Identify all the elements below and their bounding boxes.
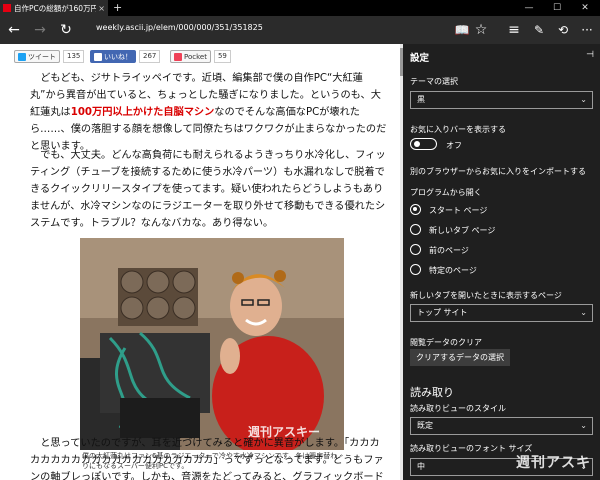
theme-select-value: 黒 — [417, 95, 425, 104]
new-tab-button[interactable]: + — [113, 0, 122, 16]
photo-illustration: 週刊アスキー — [80, 238, 344, 450]
forward-button[interactable]: → — [29, 16, 51, 44]
facebook-icon — [94, 52, 102, 61]
favorites-bar-label: お気に入りバーを表示する — [410, 125, 506, 134]
tweet-label: ツイート — [28, 52, 56, 61]
open-with-label: プログラムから開く — [410, 188, 482, 197]
reading-style-label: 読み取りビューのスタイル — [410, 404, 506, 413]
pocket-label: Pocket — [184, 52, 207, 61]
share-icon[interactable]: ⟲ — [552, 16, 574, 44]
clear-data-label: 閲覧データのクリア — [410, 338, 482, 347]
back-button[interactable]: ← — [3, 16, 25, 44]
radio-specific-page[interactable] — [410, 264, 421, 275]
pocket-button[interactable]: Pocket — [170, 50, 211, 63]
like-count: 267 — [139, 50, 161, 63]
reading-style-select-value: 既定 — [417, 421, 433, 430]
refresh-button[interactable]: ↻ — [55, 16, 77, 44]
article-paragraph-2: でも、大丈夫。どんな高負荷にも耐えられるようきっちり水冷化し、フィッティング（チ… — [30, 150, 386, 229]
import-favorites-link[interactable]: 別のブラウザーからお気に入りをインポートする — [410, 166, 586, 177]
like-label: いいね！ — [104, 52, 132, 61]
like-button[interactable]: いいね！ — [90, 50, 136, 63]
radio-previous-page[interactable] — [410, 244, 421, 255]
reading-heading: 読み取り — [410, 386, 454, 399]
radio-previous-page-label: 前のページ — [429, 246, 469, 255]
settings-title: 設定 — [410, 53, 430, 64]
pocket-share: Pocket 59 — [170, 50, 231, 63]
chevron-down-icon: ⌄ — [580, 308, 587, 317]
chevron-down-icon: ⌄ — [580, 421, 587, 430]
reading-font-label: 読み取りビューのフォント サイズ — [410, 444, 533, 453]
theme-label: テーマの選択 — [410, 77, 458, 86]
article-photo: 週刊アスキー — [80, 238, 344, 450]
site-favicon-icon — [3, 4, 11, 12]
reading-style-select[interactable]: 既定 ⌄ — [410, 417, 593, 435]
toggle-knob — [414, 141, 420, 147]
new-tab-label: 新しいタブを開いたときに表示するページ — [410, 291, 562, 300]
hub-icon[interactable]: ≡ — [503, 16, 525, 44]
close-window-button[interactable]: ✕ — [571, 0, 599, 16]
new-tab-select-value: トップ サイト — [417, 308, 468, 317]
settings-pane: 設定 ⊣ テーマの選択 黒 ⌄ お気に入りバーを表示する オフ 別のブラウザーか… — [403, 44, 600, 480]
more-icon[interactable]: ··· — [576, 16, 598, 44]
web-note-icon[interactable]: ✎ — [528, 16, 550, 44]
highlighted-text: 100万円以上かけた自脳マシン — [70, 107, 215, 118]
favorites-bar-toggle[interactable] — [410, 138, 437, 150]
maximize-button[interactable]: ☐ — [543, 0, 571, 16]
favorite-star-icon[interactable]: ☆ — [470, 16, 492, 44]
tab-active[interactable]: 自作PCの総額が160万円 × — [0, 0, 108, 16]
new-tab-select[interactable]: トップ サイト ⌄ — [410, 304, 593, 322]
favorites-bar-state: オフ — [446, 141, 462, 150]
radio-specific-page-label: 特定のページ — [429, 266, 477, 275]
radio-new-tab-page-label: 新しいタブ ページ — [429, 226, 496, 235]
close-tab-icon[interactable]: × — [98, 4, 105, 13]
navigation-bar: ← → ↻ weekly.ascii.jp/elem/000/000/351/3… — [0, 16, 600, 44]
tweet-button[interactable]: ツイート — [14, 50, 60, 63]
tweet-count: 135 — [63, 50, 85, 63]
pin-pane-icon[interactable]: ⊣ — [586, 50, 594, 60]
article-paragraph-3: と思っていたのですが、耳を近づけてみると確かに異音がします。「カカカカカカカカカ… — [30, 438, 384, 480]
site-watermark: 週刊アスキー — [516, 455, 591, 480]
pocket-count: 59 — [213, 50, 231, 63]
choose-data-to-clear-button[interactable]: クリアするデータの選択 — [410, 349, 510, 366]
tab-strip: 自作PCの総額が160万円 × + — ☐ ✕ — [0, 0, 600, 16]
article-paragraph-1: どもども、ジサトライッペイです。近頃、編集部で僕の自作PC“大紅蓮丸”から異音が… — [30, 73, 387, 152]
web-page: ツイート 135 いいね！ 267 Pocket 59 どもども、ジサトライッペ… — [0, 44, 403, 480]
twitter-icon — [18, 52, 26, 61]
reading-font-select-value: 中 — [417, 462, 425, 471]
pocket-icon — [174, 52, 182, 61]
radio-new-tab-page[interactable] — [410, 224, 421, 235]
tweet-share: ツイート 135 — [14, 50, 85, 63]
radio-start-page[interactable] — [410, 204, 421, 215]
radio-start-page-label: スタート ページ — [429, 206, 488, 215]
like-share: いいね！ 267 — [90, 50, 161, 63]
minimize-button[interactable]: — — [515, 0, 543, 16]
chevron-down-icon: ⌄ — [580, 95, 587, 104]
tab-title: 自作PCの総額が160万円 — [14, 3, 97, 13]
address-bar[interactable]: weekly.ascii.jp/elem/000/000/351/351825 — [96, 23, 263, 32]
theme-select[interactable]: 黒 ⌄ — [410, 91, 593, 109]
